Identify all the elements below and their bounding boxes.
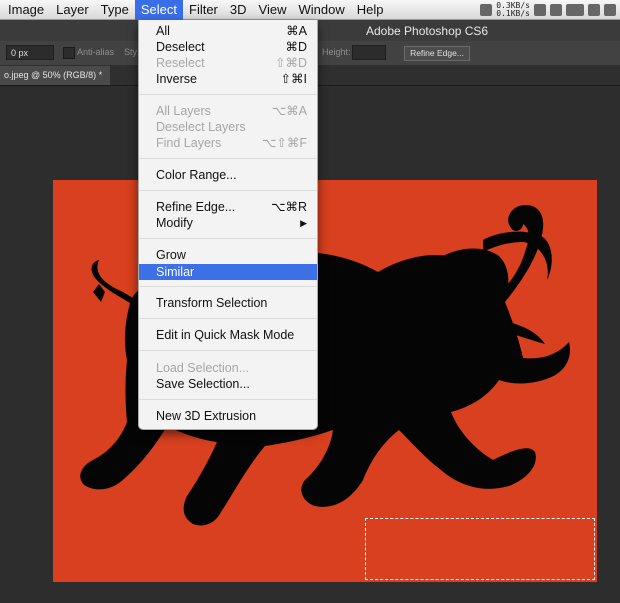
style-label: Sty bbox=[124, 47, 138, 57]
menu-item-all-label: All bbox=[156, 24, 170, 38]
antialias-checkbox[interactable] bbox=[63, 47, 75, 59]
menu-help[interactable]: Help bbox=[351, 0, 390, 20]
menu-separator bbox=[139, 350, 317, 351]
menu-bar: Image Layer Type Select Filter 3D View W… bbox=[0, 0, 620, 20]
menu-item-find-layers: Find Layers ⌥⇧⌘F bbox=[139, 135, 317, 151]
menu-item-similar-label: Similar bbox=[156, 265, 195, 279]
menu-separator bbox=[139, 158, 317, 159]
menu-item-transform-selection-label: Transform Selection bbox=[156, 296, 268, 310]
menu-separator bbox=[139, 286, 317, 287]
artwork[interactable] bbox=[53, 180, 597, 582]
selection-marquee[interactable] bbox=[365, 518, 595, 580]
menu-item-deselect-layers: Deselect Layers bbox=[139, 119, 317, 135]
menu-item-reselect: Reselect ⇧⌘D bbox=[139, 55, 317, 71]
menu-item-similar[interactable]: Similar bbox=[139, 264, 317, 280]
submenu-arrow-icon: ▶ bbox=[300, 218, 307, 228]
menu-item-color-range-label: Color Range... bbox=[156, 168, 237, 182]
menu-item-deselect[interactable]: Deselect ⌘D bbox=[139, 39, 317, 55]
menu-item-modify-label: Modify bbox=[156, 216, 193, 230]
refine-edge-button[interactable]: Refine Edge... bbox=[404, 46, 470, 61]
document-tab[interactable]: o.jpeg @ 50% (RGB/8) * bbox=[0, 66, 110, 85]
menu-item-save-selection[interactable]: Save Selection... bbox=[139, 376, 317, 392]
menu-separator bbox=[139, 238, 317, 239]
menu-item-color-range[interactable]: Color Range... bbox=[139, 167, 317, 183]
menu-separator bbox=[139, 399, 317, 400]
net-down-rate: 0.1KB/s bbox=[496, 9, 530, 18]
menu-item-find-layers-shortcut: ⌥⇧⌘F bbox=[261, 136, 307, 150]
menu-item-new-3d-extrusion[interactable]: New 3D Extrusion bbox=[139, 408, 317, 424]
menu-item-quick-mask-label: Edit in Quick Mask Mode bbox=[156, 328, 295, 342]
menu-window[interactable]: Window bbox=[292, 0, 350, 20]
menu-item-load-selection-label: Load Selection... bbox=[156, 361, 250, 375]
menu-separator bbox=[139, 318, 317, 319]
antialias-label: Anti-alias bbox=[77, 47, 115, 57]
menu-item-inverse-label: Inverse bbox=[156, 72, 197, 86]
status-area: 0.3KB/s 0.1KB/s bbox=[480, 0, 620, 20]
menu-3d[interactable]: 3D bbox=[224, 0, 253, 20]
menu-item-refine-edge-shortcut: ⌥⌘R bbox=[271, 200, 307, 214]
bluetooth-icon[interactable] bbox=[534, 4, 546, 16]
network-speed: 0.3KB/s 0.1KB/s bbox=[496, 2, 530, 18]
menu-item-grow-label: Grow bbox=[156, 248, 186, 262]
menu-item-inverse-shortcut: ⇧⌘I bbox=[280, 72, 307, 86]
height-input[interactable] bbox=[352, 45, 386, 60]
menu-item-deselect-shortcut: ⌘D bbox=[285, 40, 307, 54]
menu-image[interactable]: Image bbox=[2, 0, 50, 20]
menu-item-all-layers: All Layers ⌥⌘A bbox=[139, 103, 317, 119]
upload-arrows-icon bbox=[480, 4, 493, 16]
menu-item-deselect-layers-label: Deselect Layers bbox=[156, 120, 246, 134]
menu-item-all-shortcut: ⌘A bbox=[286, 24, 307, 38]
feather-input[interactable]: 0 px bbox=[6, 45, 54, 60]
menu-item-find-layers-label: Find Layers bbox=[156, 136, 222, 150]
menu-item-transform-selection[interactable]: Transform Selection bbox=[139, 295, 317, 311]
menu-type[interactable]: Type bbox=[95, 0, 135, 20]
menu-item-inverse[interactable]: Inverse ⇧⌘I bbox=[139, 71, 317, 87]
battery-icon[interactable] bbox=[566, 4, 584, 16]
menu-item-save-selection-label: Save Selection... bbox=[156, 377, 250, 391]
menu-item-reselect-shortcut: ⇧⌘D bbox=[274, 56, 307, 70]
menu-item-grow[interactable]: Grow bbox=[139, 247, 317, 263]
menu-separator bbox=[139, 190, 317, 191]
menu-item-new-3d-extrusion-label: New 3D Extrusion bbox=[156, 409, 257, 423]
grid-icon[interactable] bbox=[550, 4, 562, 16]
menu-item-refine-edge[interactable]: Refine Edge... ⌥⌘R bbox=[139, 199, 317, 215]
menu-item-quick-mask[interactable]: Edit in Quick Mask Mode bbox=[139, 327, 317, 343]
list-icon[interactable] bbox=[604, 4, 616, 16]
app-title: Adobe Photoshop CS6 bbox=[366, 24, 489, 38]
menu-item-load-selection: Load Selection... bbox=[139, 360, 317, 376]
select-menu-dropdown: All ⌘A Deselect ⌘D Reselect ⇧⌘D Inverse … bbox=[138, 20, 318, 430]
menu-item-all-layers-label: All Layers bbox=[156, 104, 211, 118]
menu-item-reselect-label: Reselect bbox=[156, 56, 205, 70]
menu-layer[interactable]: Layer bbox=[50, 0, 95, 20]
menu-select[interactable]: Select bbox=[134, 0, 183, 20]
menu-separator bbox=[139, 94, 317, 95]
menu-item-deselect-label: Deselect bbox=[156, 40, 205, 54]
menu-filter[interactable]: Filter bbox=[183, 0, 224, 20]
height-label: Height: bbox=[322, 47, 351, 57]
menu-item-all-layers-shortcut: ⌥⌘A bbox=[271, 104, 307, 118]
user-icon[interactable] bbox=[588, 4, 600, 16]
menu-item-refine-edge-label: Refine Edge... bbox=[156, 200, 236, 214]
menu-view[interactable]: View bbox=[253, 0, 293, 20]
menu-item-all[interactable]: All ⌘A bbox=[139, 23, 317, 39]
menu-item-modify[interactable]: Modify ▶ bbox=[139, 215, 317, 231]
